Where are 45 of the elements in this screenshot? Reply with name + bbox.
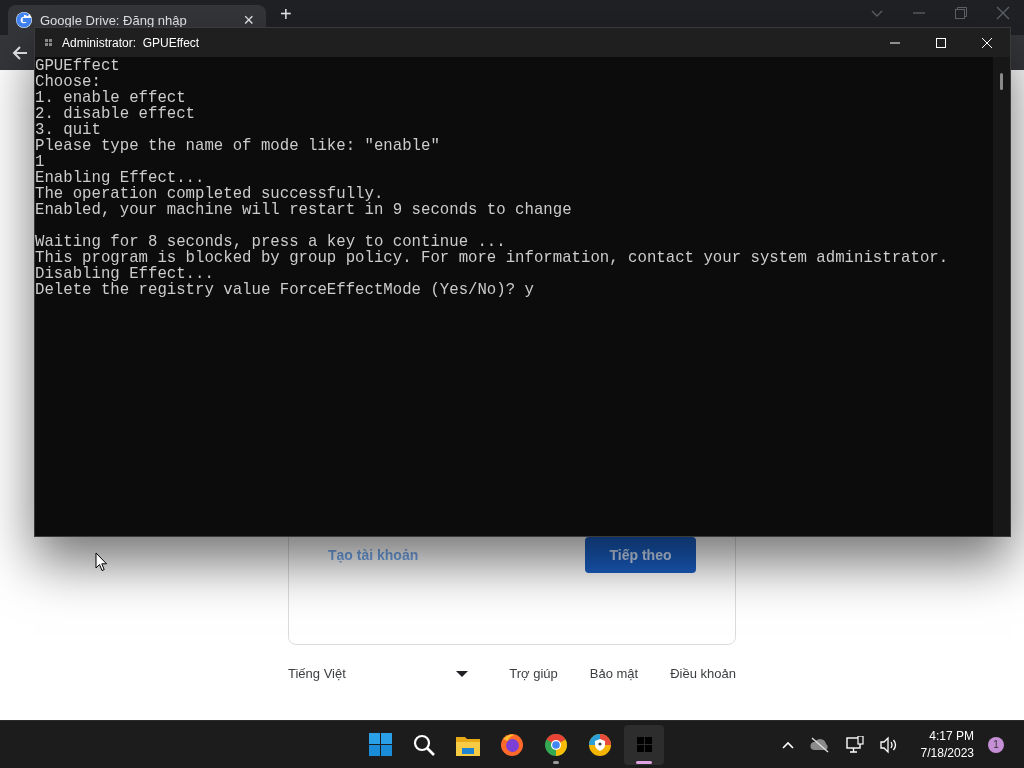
cloud-off-icon[interactable] bbox=[809, 736, 830, 753]
fox-globe-icon bbox=[500, 732, 524, 757]
windows-logo-icon bbox=[368, 733, 392, 756]
back-arrow-icon[interactable] bbox=[12, 44, 29, 61]
notification-badge[interactable]: 1 bbox=[988, 736, 1004, 753]
chrome-logo-icon bbox=[544, 732, 568, 757]
shield-icon bbox=[588, 732, 612, 757]
clock[interactable]: 4:17 PM 7/18/2023 bbox=[914, 727, 980, 762]
console-app-icon bbox=[45, 39, 52, 46]
scrollbar[interactable] bbox=[993, 57, 1010, 536]
chevron-up-icon[interactable] bbox=[781, 740, 794, 749]
close-tab-button[interactable]: × bbox=[239, 11, 258, 29]
close-icon bbox=[982, 37, 992, 48]
restore-icon[interactable] bbox=[954, 6, 968, 20]
language-select[interactable]: Tiếng Việt bbox=[288, 666, 468, 681]
volume-icon[interactable] bbox=[879, 735, 897, 754]
cursor-icon bbox=[95, 552, 108, 572]
new-tab-button[interactable]: + bbox=[276, 6, 296, 22]
network-icon[interactable] bbox=[845, 736, 864, 753]
console-line: Please type the name of mode like: "enable" bbox=[35, 138, 440, 154]
search-icon bbox=[413, 733, 435, 756]
console-line: Choose: bbox=[35, 74, 101, 90]
console-app-icon bbox=[636, 737, 652, 752]
footer-link[interactable]: Điều khoản bbox=[670, 666, 736, 681]
console-line: Enabling Effect... bbox=[35, 170, 205, 186]
google-logo-icon bbox=[16, 12, 32, 28]
close-icon[interactable] bbox=[996, 6, 1010, 20]
console-line: 3. quit bbox=[35, 122, 101, 138]
console-line: Waiting for 8 seconds, press a key to continue ... bbox=[35, 234, 506, 250]
console-line: 1 bbox=[35, 154, 45, 170]
console-line: GPUEffect bbox=[35, 58, 120, 74]
tab-title: Google Drive: Đăng nhập bbox=[40, 12, 188, 28]
caret-icon bbox=[456, 670, 468, 677]
console-line: The operation completed successfully. bbox=[35, 186, 384, 202]
console-line: Disabling Effect... bbox=[35, 266, 214, 282]
footer-link[interactable]: Bảo mật bbox=[589, 666, 639, 681]
console-line: Delete the registry value ForceEffectMode (Yes/No)? y bbox=[35, 282, 534, 298]
taskbar-app-button[interactable] bbox=[624, 724, 664, 765]
console-line: This program is blocked by group policy. For more information, contact your system administrator. bbox=[35, 250, 949, 266]
console-line: 2. disable effect bbox=[35, 106, 196, 122]
console-line: 1. enable effect bbox=[35, 90, 186, 106]
footer-link[interactable]: Trợ giúp bbox=[509, 666, 558, 681]
window-title: Administrator: GPUEffect bbox=[62, 35, 201, 50]
maximize-icon bbox=[936, 37, 946, 48]
console-line: Enabled, your machine will restart in 9 seconds to change bbox=[35, 202, 572, 218]
